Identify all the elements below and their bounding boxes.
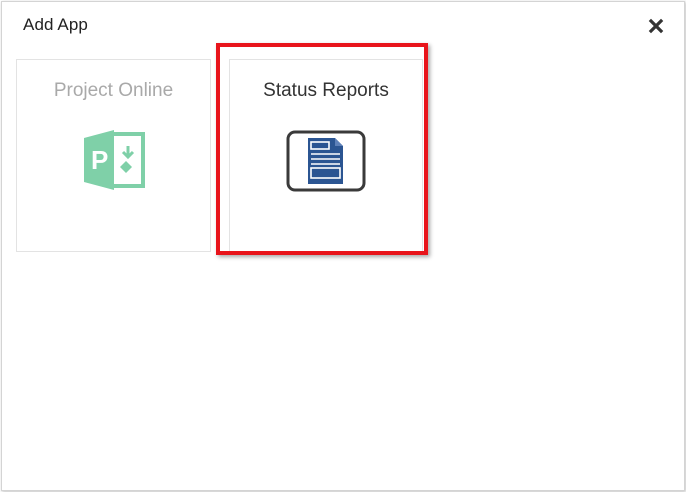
status-report-document-icon (286, 130, 366, 197)
app-tile-label: Status Reports (263, 80, 389, 101)
app-tile-label: Project Online (53, 80, 174, 101)
close-icon[interactable] (647, 17, 665, 35)
app-tile-status-reports[interactable]: Status Reports (229, 59, 423, 252)
app-tile-project-online[interactable]: Project Online P (16, 59, 211, 252)
add-app-dialog: Add App Project Online P Status Reports (1, 1, 685, 491)
svg-text:P: P (91, 145, 108, 175)
dialog-title: Add App (23, 15, 88, 34)
project-online-icon: P (82, 128, 146, 197)
